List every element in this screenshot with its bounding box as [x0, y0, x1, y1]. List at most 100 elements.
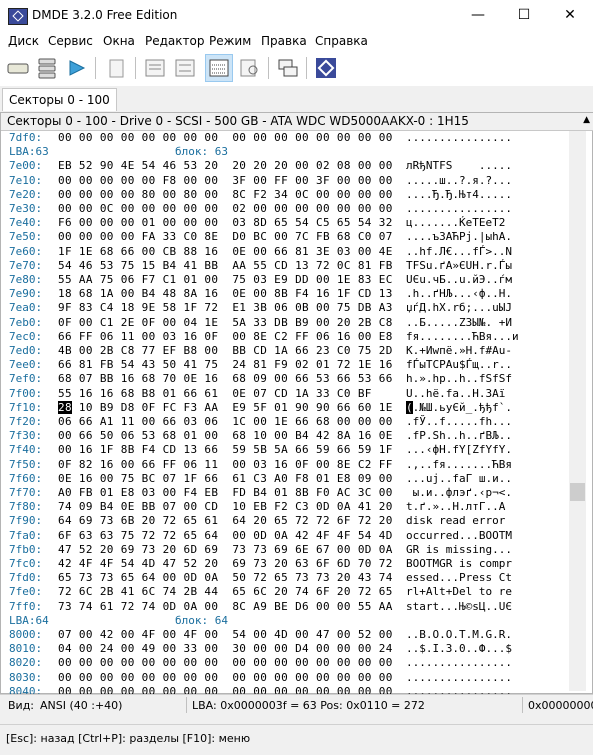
hex-bytes[interactable]: 6F 63 63 75 72 72 65 64 00 0D 0A 42 4F 4…: [58, 529, 393, 542]
menu-editor[interactable]: Редактор: [145, 34, 204, 48]
hex-bytes[interactable]: 0F 00 C1 2E 0F 00 04 1E 5A 33 DB B9 00 2…: [58, 316, 393, 329]
hex-bytes[interactable]: 73 74 61 72 74 0D 0A 00 8C A9 BE D6 00 0…: [58, 600, 393, 613]
hex-bytes[interactable]: 55 16 16 68 B8 01 66 61 0E 07 CD 1A 33 C…: [58, 387, 372, 400]
hex-bytes[interactable]: 18 68 1A 00 B4 48 8A 16 0E 00 8B F4 16 1…: [58, 287, 393, 300]
hex-bytes[interactable]: 06 66 A1 11 00 66 03 06 1C 00 1E 66 68 0…: [58, 415, 393, 428]
ascii-text[interactable]: (.№Ш.ьуЄй_.ђђf`.: [406, 400, 512, 414]
hex-bytes[interactable]: 74 09 B4 0E BB 07 00 CD 10 EB F2 C3 0D 0…: [58, 500, 393, 513]
ascii-text[interactable]: BOOTMGR is compr: [406, 557, 512, 570]
ascii-text[interactable]: ..hf.Л€...fЃ>..N: [406, 245, 512, 258]
vertical-scrollbar[interactable]: [569, 131, 586, 691]
hex-bytes[interactable]: 65 73 73 65 64 00 0D 0A 50 72 65 73 73 2…: [58, 571, 393, 584]
hex-bytes[interactable]: 64 69 73 6B 20 72 65 61 64 20 65 72 72 6…: [58, 514, 393, 527]
menu-mode[interactable]: Режим: [209, 34, 251, 48]
ascii-text[interactable]: ..$.I.3.0..Ф...$: [406, 642, 512, 655]
hex-bytes[interactable]: 00 00 00 00 00 00 00 00 00 00 00 00 00 0…: [58, 131, 393, 144]
menu-edit[interactable]: Правка: [261, 34, 307, 48]
ascii-text[interactable]: ................: [406, 131, 512, 144]
hex-bytes[interactable]: 4B 00 2B C8 77 EF B8 00 BB CD 1A 66 23 C…: [58, 344, 393, 357]
menu-help[interactable]: Справка: [315, 34, 368, 48]
hex-bytes[interactable]: 04 00 24 00 49 00 33 00 30 00 00 D4 00 0…: [58, 642, 393, 655]
hex-view-icon[interactable]: [205, 54, 233, 82]
ascii-text[interactable]: GR is missing...: [406, 543, 512, 556]
cursor-char[interactable]: (: [406, 400, 413, 414]
cursor-byte[interactable]: 28: [58, 400, 72, 414]
hex-bytes[interactable]: 68 07 BB 16 68 70 0E 16 68 09 00 66 53 6…: [58, 372, 393, 385]
minimize-button[interactable]: —: [455, 0, 501, 31]
ascii-text[interactable]: rl+Alt+Del to re: [406, 585, 512, 598]
hex-bytes[interactable]: EB 52 90 4E 54 46 53 20 20 20 20 00 02 0…: [58, 159, 393, 172]
ascii-text[interactable]: .....ш..?.я.?...: [406, 174, 512, 187]
ascii-text[interactable]: ....Ђ.Ђ.Њт4.....: [406, 188, 512, 201]
find-icon[interactable]: [238, 56, 262, 80]
ascii-text[interactable]: fЃыTCPAu$Ѓщ..r..: [406, 358, 512, 371]
dmde-icon[interactable]: [314, 56, 338, 80]
hex-bytes[interactable]: 42 4F 4F 54 4D 47 52 20 69 73 20 63 6F 6…: [58, 557, 393, 570]
hex-bytes[interactable]: 54 46 53 75 15 B4 41 BB AA 55 CD 13 72 0…: [58, 259, 393, 272]
ascii-text[interactable]: ..Б.....Z3Ы№. +И: [406, 316, 512, 329]
hex-bytes[interactable]: 66 81 FB 54 43 50 41 75 24 81 F9 02 01 7…: [58, 358, 393, 371]
ascii-text[interactable]: essed...Press Ct: [406, 571, 512, 584]
ascii-text[interactable]: U..hё.fa..Н.3Аї: [406, 387, 505, 400]
hex-bytes[interactable]: 28 10 B9 D8 0F FC F3 AA E9 5F 01 90 90 6…: [58, 400, 393, 414]
menu-disk[interactable]: Диск: [8, 34, 39, 48]
ascii-text[interactable]: лRђNTFS .....: [406, 159, 512, 172]
ascii-text[interactable]: ...uј..faГ ш.и..: [406, 472, 512, 485]
ascii-text[interactable]: K.+Иwпё.»Н.f#Аu-: [406, 344, 512, 357]
menu-windows[interactable]: Окна: [103, 34, 135, 48]
ascii-text[interactable]: disk read error: [406, 514, 512, 527]
partitions-icon[interactable]: [35, 56, 59, 80]
ascii-text[interactable]: start...Њ©ѕЦ..UЄ: [406, 600, 512, 613]
hex-bytes[interactable]: 00 00 0C 00 00 00 00 00 02 00 00 00 00 0…: [58, 202, 393, 215]
hex-bytes[interactable]: 0E 16 00 75 BC 07 1F 66 61 C3 A0 F8 01 E…: [58, 472, 393, 485]
drive-icon[interactable]: [6, 56, 30, 80]
ascii-text[interactable]: h.».hp..h..fSfSf: [406, 372, 512, 385]
hex-bytes[interactable]: 07 00 42 00 4F 00 4F 00 54 00 4D 00 47 0…: [58, 628, 393, 641]
panel-icon[interactable]: [143, 56, 167, 80]
hex-bytes[interactable]: 9F 83 C4 18 9E 58 1F 72 E1 3B 06 0B 00 7…: [58, 301, 393, 314]
ascii-text[interactable]: .‚..fя.......ЋВя: [406, 458, 512, 471]
ascii-text[interactable]: ы.и..флэґ.‹р¬<.: [406, 486, 512, 499]
ascii-text[interactable]: ................: [406, 202, 512, 215]
hex-bytes[interactable]: 1F 1E 68 66 00 CB 88 16 0E 00 66 81 3E 0…: [58, 245, 393, 258]
copy-icon[interactable]: [276, 56, 300, 80]
close-button[interactable]: ✕: [547, 0, 593, 31]
menu-service[interactable]: Сервис: [48, 34, 93, 48]
hex-bytes[interactable]: 72 6C 2B 41 6C 74 2B 44 65 6C 20 74 6F 2…: [58, 585, 393, 598]
header-arrow-icon[interactable]: ▲: [583, 115, 590, 125]
ascii-text[interactable]: ...‹фН.fY[ZfYfY.: [406, 443, 512, 456]
ascii-text[interactable]: .fP.Sh..h..ґBЉ..: [406, 429, 512, 442]
hex-bytes[interactable]: 55 AA 75 06 F7 C1 01 00 75 03 E9 DD 00 1…: [58, 273, 393, 286]
ascii-text[interactable]: fя........ЋВя...и: [406, 330, 519, 343]
ascii-text[interactable]: occurred...BOOTM: [406, 529, 512, 542]
hex-bytes[interactable]: 00 16 1F 8B F4 CD 13 66 59 5B 5A 66 59 6…: [58, 443, 393, 456]
hex-bytes[interactable]: 00 00 00 00 00 00 00 00 00 00 00 00 00 0…: [58, 656, 393, 669]
ascii-text[interactable]: .h..ґHЉ...‹ф..Н.: [406, 287, 512, 300]
ascii-text[interactable]: ..B.O.O.T.M.G.R.: [406, 628, 512, 641]
ascii-text[interactable]: ....ъ3АЋРј.|ыhА.: [406, 230, 512, 243]
panel2-icon[interactable]: [173, 56, 197, 80]
tab-sectors[interactable]: Секторы 0 - 100: [2, 88, 117, 111]
ascii-text[interactable]: ................: [406, 656, 512, 669]
hex-bytes[interactable]: 00 00 00 00 00 F8 00 00 3F 00 FF 00 3F 0…: [58, 174, 393, 187]
maximize-button[interactable]: ☐: [501, 0, 547, 31]
ascii-text[interactable]: UЄu.чБ..u.йЭ..ѓм: [406, 273, 512, 286]
ascii-text[interactable]: t.ґ.»..Н.лтГ..A: [406, 500, 512, 513]
hex-bytes[interactable]: 47 52 20 69 73 20 6D 69 73 73 69 6E 67 0…: [58, 543, 393, 556]
ascii-text[interactable]: ................: [406, 671, 512, 684]
scrollbar-thumb[interactable]: [570, 483, 585, 501]
hex-bytes[interactable]: A0 FB 01 E8 03 00 F4 EB FD B4 01 8B F0 A…: [58, 486, 393, 499]
hex-bytes[interactable]: F6 00 00 00 01 00 00 00 03 8D 65 54 C5 6…: [58, 216, 393, 229]
ascii-text[interactable]: .fЎ..f.....fh...: [406, 415, 512, 428]
play-icon[interactable]: [64, 56, 88, 80]
hex-bytes[interactable]: 00 00 00 00 FA 33 C0 8E D0 BC 00 7C FB 6…: [58, 230, 393, 243]
encoding-mode[interactable]: ANSI (40 :+40): [40, 699, 122, 712]
ascii-text[interactable]: ц.......ЌeTЕeT2: [406, 216, 505, 229]
ascii-text[interactable]: TFSu.ґA»ЄUН.r.Ѓы: [406, 259, 512, 272]
hex-bytes[interactable]: 00 66 50 06 53 68 01 00 68 10 00 B4 42 8…: [58, 429, 393, 442]
hex-bytes[interactable]: 00 00 00 00 00 00 00 00 00 00 00 00 00 0…: [58, 671, 393, 684]
hex-bytes[interactable]: 0F 82 16 00 66 FF 06 11 00 03 16 0F 00 8…: [58, 458, 393, 471]
hex-bytes[interactable]: 66 FF 06 11 00 03 16 0F 00 8E C2 FF 06 1…: [58, 330, 393, 343]
ascii-text[interactable]: џѓД.hX.rб;...uЫЈ: [406, 301, 512, 314]
file-icon[interactable]: [104, 56, 128, 80]
